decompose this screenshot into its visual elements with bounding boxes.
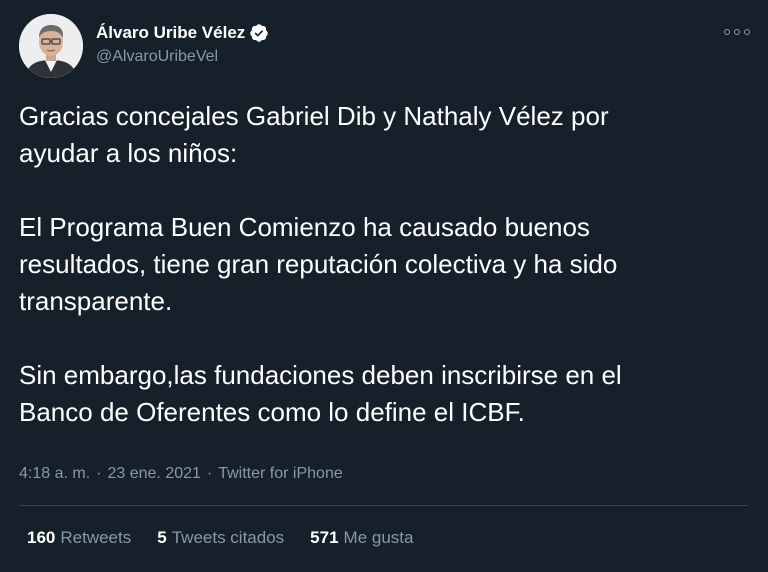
author-name-row: Álvaro Uribe Vélez bbox=[96, 22, 269, 44]
divider bbox=[19, 505, 748, 506]
author-handle[interactable]: @AlvaroUribeVel bbox=[96, 47, 218, 67]
retweets-label: Retweets bbox=[60, 528, 132, 547]
verified-badge-icon bbox=[249, 23, 269, 43]
likes-stat[interactable]: 571 Me gusta bbox=[310, 527, 413, 549]
meta-separator: · bbox=[96, 465, 102, 482]
quote-tweets-count: 5 bbox=[157, 528, 167, 547]
quote-tweets-label: Tweets citados bbox=[171, 528, 285, 547]
quote-tweets-stat[interactable]: 5 Tweets citados bbox=[157, 527, 284, 549]
tweet-time[interactable]: 4:18 a. m. bbox=[19, 463, 90, 485]
likes-label: Me gusta bbox=[343, 528, 414, 547]
author-avatar[interactable] bbox=[19, 14, 83, 78]
tweet-date[interactable]: 23 ene. 2021 bbox=[107, 463, 200, 485]
retweets-count: 160 bbox=[27, 528, 56, 547]
tweet-stats: 160 Retweets 5 Tweets citados 571 Me gus… bbox=[27, 527, 413, 549]
likes-count: 571 bbox=[310, 528, 339, 547]
tweet-meta: 4:18 a. m. · 23 ene. 2021 · Twitter for … bbox=[19, 463, 343, 485]
tweet-source[interactable]: Twitter for iPhone bbox=[218, 463, 343, 485]
retweets-stat[interactable]: 160 Retweets bbox=[27, 527, 131, 549]
author-name[interactable]: Álvaro Uribe Vélez bbox=[96, 23, 245, 43]
profile-photo-icon bbox=[19, 14, 83, 78]
meta-separator: · bbox=[206, 465, 213, 482]
tweet-text: Gracias concejales Gabriel Dib y Nathaly… bbox=[19, 101, 622, 427]
tweet-card: Álvaro Uribe Vélez @AlvaroUribeVel Graci… bbox=[0, 0, 768, 572]
more-options-icon[interactable] bbox=[724, 22, 750, 42]
